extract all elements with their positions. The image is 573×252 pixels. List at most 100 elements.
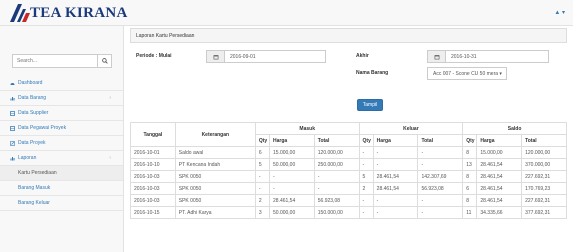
cell-keluar-total: 56.923,08 xyxy=(417,182,464,195)
sidebar-item-label: Data Proyek xyxy=(18,140,46,146)
cell-masuk-qty: 6 xyxy=(254,146,271,159)
akhir-label: Akhir xyxy=(356,53,369,59)
cell-masuk-total: 250.000,00 xyxy=(313,158,360,171)
nama-barang-value: Acc 007 - Scone CU 50 mera ▾ xyxy=(433,70,502,77)
panel-heading: Laporan Kartu Persediaan xyxy=(130,28,567,43)
logo-mark-icon xyxy=(8,3,32,23)
cell-saldo-harga: 34.335,66 xyxy=(476,206,523,219)
nama-barang-label: Nama Barang xyxy=(356,70,389,76)
cell-tanggal: 2016-10-03 xyxy=(130,170,176,183)
cell-keterangan: SPK 0050 xyxy=(174,170,256,183)
sidebar-item-dashboard[interactable]: Dashboard xyxy=(0,76,123,91)
header-masuk: Masuk xyxy=(254,122,360,135)
cell-saldo-harga: 28.461,54 xyxy=(476,170,523,183)
cell-keluar-qty: - xyxy=(358,146,374,159)
sidebar-subitem-barang-keluar[interactable]: Barang Keluar xyxy=(0,196,123,211)
cell-keluar-total: - xyxy=(417,194,464,207)
sidebar-subitem-label: Barang Keluar xyxy=(18,200,50,206)
mulai-date-field[interactable]: 2016-09-01 xyxy=(206,50,326,63)
cell-saldo-qty: 6 xyxy=(462,182,478,195)
cell-saldo-qty: 8 xyxy=(462,146,478,159)
header-total: Total xyxy=(417,134,464,147)
sidebar-search xyxy=(12,54,112,68)
top-navbar: TEA KIRANA ▲ ▾ xyxy=(0,0,573,26)
tampil-button[interactable]: Tampil xyxy=(357,99,383,111)
cell-tanggal: 2016-10-01 xyxy=(130,146,176,159)
sidebar-item-label: Data Barang xyxy=(18,95,47,101)
sidebar-item-data-supplier[interactable]: Data Supplier xyxy=(0,106,123,121)
cell-saldo-qty: 8 xyxy=(462,194,478,207)
cell-saldo-total: 370.000,00 xyxy=(521,158,567,171)
cell-masuk-harga: - xyxy=(269,170,315,183)
cell-keterangan: PT Kencana Indah xyxy=(174,158,256,171)
cell-keterangan: PT. Adhi Karya xyxy=(174,206,256,219)
cell-masuk-qty: 2 xyxy=(254,194,271,207)
cell-keluar-qty: - xyxy=(358,158,374,171)
table-row: 2016-10-15 PT. Adhi Karya 3 50.000,00 15… xyxy=(130,206,567,219)
nama-barang-select[interactable]: Acc 007 - Scone CU 50 mera ▾ xyxy=(427,67,507,80)
akhir-date-field[interactable]: 2016-10-31 xyxy=(427,50,549,63)
header-qty: Qty xyxy=(254,134,271,147)
sidebar-subitem-barang-masuk[interactable]: Barang Masuk xyxy=(0,181,123,196)
table-row: 2016-10-03 SPK 0050 2 28.461,54 56.923,0… xyxy=(130,194,567,207)
table-row: 2016-10-01 Saldo awal 6 15.000,00 120.00… xyxy=(130,146,567,159)
mulai-date-value: 2016-09-01 xyxy=(230,53,256,60)
cell-keluar-qty: 5 xyxy=(358,170,374,183)
sidebar-item-label: Laporan xyxy=(18,155,37,161)
sidebar-item-laporan[interactable]: Laporan ‹ xyxy=(0,151,123,166)
header-qty: Qty xyxy=(462,134,478,147)
cell-saldo-harga: 28.461,54 xyxy=(476,158,523,171)
calendar-icon xyxy=(207,51,225,62)
cell-tanggal: 2016-10-03 xyxy=(130,194,176,207)
cell-saldo-total: 227.692,31 xyxy=(521,170,567,183)
cell-keluar-total: - xyxy=(417,206,464,219)
cell-tanggal: 2016-10-03 xyxy=(130,182,176,195)
cell-keluar-qty: 2 xyxy=(358,182,374,195)
sidebar-subitem-label: Barang Masuk xyxy=(18,185,51,191)
sidebar-item-data-pegawai-proyek[interactable]: Data Pegawai Proyek xyxy=(0,121,123,136)
cell-masuk-harga: - xyxy=(269,182,315,195)
table-row: 2016-10-03 SPK 0050 - - - 5 28.461,54 14… xyxy=(130,170,567,183)
cell-keluar-harga: 28.461,54 xyxy=(372,182,419,195)
cell-saldo-total: 120.000,00 xyxy=(521,146,567,159)
header-tanggal: Tanggal xyxy=(130,122,176,147)
cell-keluar-total: 142.307,69 xyxy=(417,170,464,183)
sidebar-item-label: Data Supplier xyxy=(18,110,49,116)
user-menu-dropdown[interactable]: ▲ ▾ xyxy=(554,9,565,16)
cell-keterangan: SPK 0050 xyxy=(174,182,256,195)
cell-saldo-qty: 8 xyxy=(462,170,478,183)
cell-masuk-qty: 3 xyxy=(254,206,271,219)
cell-saldo-harga: 28.461,54 xyxy=(476,194,523,207)
cell-masuk-qty: 5 xyxy=(254,158,271,171)
cell-keluar-harga: - xyxy=(372,206,419,219)
cell-keluar-total: - xyxy=(417,146,464,159)
cell-keluar-qty: - xyxy=(358,194,374,207)
table-icon xyxy=(10,110,15,116)
sidebar-item-label: Data Pegawai Proyek xyxy=(18,125,67,131)
cell-keterangan: Saldo awal xyxy=(174,146,256,159)
brand-logo[interactable]: TEA KIRANA xyxy=(8,3,128,23)
main-content: Laporan Kartu Persediaan Periode : Mulai… xyxy=(124,26,573,252)
table-row: 2016-10-03 SPK 0050 - - - 2 28.461,54 56… xyxy=(130,182,567,195)
periode-label: Periode : Mulai xyxy=(136,53,172,59)
cell-masuk-total: - xyxy=(313,182,360,195)
cell-keluar-harga: 28.461,54 xyxy=(372,170,419,183)
search-input[interactable] xyxy=(13,55,97,67)
cell-saldo-qty: 11 xyxy=(462,206,478,219)
cell-masuk-harga: 50.000,00 xyxy=(269,158,315,171)
sidebar-item-data-barang[interactable]: Data Barang › xyxy=(0,91,123,106)
cell-saldo-qty: 13 xyxy=(462,158,478,171)
calendar-icon xyxy=(428,51,446,62)
sidebar-subitem-kartu-persediaan[interactable]: Kartu Persediaan xyxy=(0,166,123,181)
cell-saldo-harga: 28.461,54 xyxy=(476,182,523,195)
cell-keterangan: SPK 0050 xyxy=(174,194,256,207)
sidebar-item-data-proyek[interactable]: Data Proyek xyxy=(0,136,123,151)
search-button[interactable] xyxy=(97,55,111,67)
cell-keluar-total: - xyxy=(417,158,464,171)
cell-saldo-total: 377.692,31 xyxy=(521,206,567,219)
table-icon xyxy=(10,125,15,131)
cell-masuk-harga: 15.000,00 xyxy=(269,146,315,159)
cell-masuk-total: 150.000,00 xyxy=(313,206,360,219)
brand-name: TEA KIRANA xyxy=(30,4,128,21)
cell-tanggal: 2016-10-10 xyxy=(130,158,176,171)
